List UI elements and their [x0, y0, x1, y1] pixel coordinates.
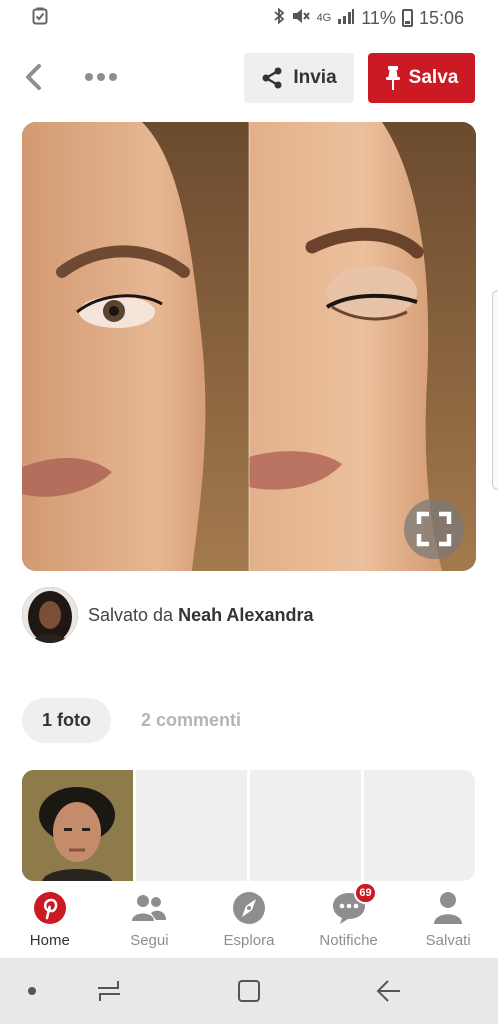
- saved-by-prefix: Salvato da: [88, 604, 174, 625]
- edge-panel-handle[interactable]: [492, 290, 498, 490]
- saved-by-text: Salvato da Neah Alexandra: [88, 605, 313, 626]
- home-icon: [238, 980, 260, 1002]
- mute-icon: [291, 7, 311, 30]
- nav-saved-label: Salvati: [425, 932, 471, 949]
- pin-action-bar: Invia Salva: [0, 50, 498, 106]
- tried-photo[interactable]: [22, 770, 133, 881]
- nav-home[interactable]: Home: [5, 890, 95, 949]
- chat-bubble-icon: 69: [331, 882, 377, 926]
- share-icon: [262, 67, 282, 89]
- dot-icon[interactable]: [28, 987, 36, 995]
- nav-following[interactable]: Segui: [104, 890, 194, 949]
- more-options-button[interactable]: [80, 60, 122, 94]
- nav-saved[interactable]: Salvati: [403, 890, 493, 949]
- gallery-icon: [32, 7, 48, 30]
- pin-icon: [385, 66, 400, 90]
- compass-icon: [231, 890, 267, 926]
- avatar[interactable]: [22, 587, 78, 643]
- recent-apps-icon: [98, 981, 120, 1001]
- system-back-button[interactable]: [374, 978, 402, 1009]
- notification-badge: 69: [354, 882, 377, 904]
- send-button[interactable]: Invia: [244, 53, 354, 103]
- photo-placeholder: [364, 770, 475, 881]
- people-icon: [131, 890, 167, 926]
- pin-tabs: 1 foto 2 commenti: [22, 698, 241, 743]
- nav-explore-label: Esplora: [223, 932, 275, 949]
- nav-notifications-label: Notifiche: [319, 932, 378, 949]
- photo-placeholder: [250, 770, 361, 881]
- tab-photos[interactable]: 1 foto: [22, 698, 111, 743]
- battery-percent: 11%: [361, 7, 396, 28]
- pinterest-logo-icon: [32, 890, 68, 926]
- saved-by-name[interactable]: Neah Alexandra: [178, 605, 313, 625]
- selfie-thumbnail: [22, 770, 133, 881]
- send-button-label: Invia: [293, 67, 337, 88]
- nav-explore[interactable]: Esplora: [204, 890, 294, 949]
- photo-strip: [22, 770, 475, 881]
- nav-home-label: Home: [29, 932, 70, 949]
- expand-button[interactable]: [404, 499, 464, 559]
- nav-following-label: Segui: [130, 932, 169, 949]
- clock: 15:06: [418, 7, 464, 28]
- bottom-nav: Home Segui Esplora 69 Notifiche Salvati: [0, 882, 498, 958]
- recent-apps-button[interactable]: [96, 978, 122, 1009]
- signal-icon: [337, 8, 355, 29]
- user-avatar-image: [22, 587, 78, 643]
- nav-notifications[interactable]: 69 Notifiche: [304, 882, 394, 949]
- more-dots-icon: [85, 73, 93, 81]
- system-nav-bar: [0, 958, 498, 1024]
- home-button[interactable]: [236, 978, 262, 1009]
- save-button-label: Salva: [408, 67, 459, 88]
- network-type: 4G: [316, 12, 332, 24]
- makeup-photo: [22, 122, 476, 571]
- person-icon: [430, 890, 466, 926]
- saved-by-row[interactable]: Salvato da Neah Alexandra: [22, 586, 313, 644]
- bluetooth-icon: [273, 7, 285, 30]
- status-bar: 4G 11% 15:06: [0, 0, 498, 36]
- back-button[interactable]: [18, 60, 48, 94]
- tab-comments[interactable]: 2 commenti: [141, 710, 241, 731]
- save-button[interactable]: Salva: [368, 53, 475, 103]
- back-icon: [376, 980, 400, 1002]
- pin-image[interactable]: [22, 122, 476, 571]
- back-arrow-icon: [26, 64, 41, 90]
- expand-icon: [416, 511, 452, 547]
- photo-placeholder: [136, 770, 247, 881]
- battery-icon: [401, 9, 413, 27]
